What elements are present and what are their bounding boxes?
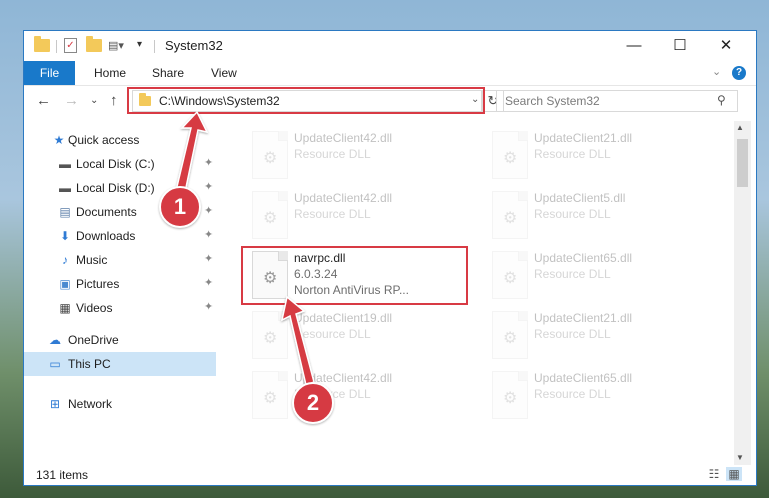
arrow-2 — [280, 295, 315, 387]
step-badge-2: 2 — [292, 382, 334, 424]
arrow-1 — [174, 110, 209, 198]
step-badge-1: 1 — [159, 186, 201, 228]
annotation-arrows — [174, 110, 315, 387]
